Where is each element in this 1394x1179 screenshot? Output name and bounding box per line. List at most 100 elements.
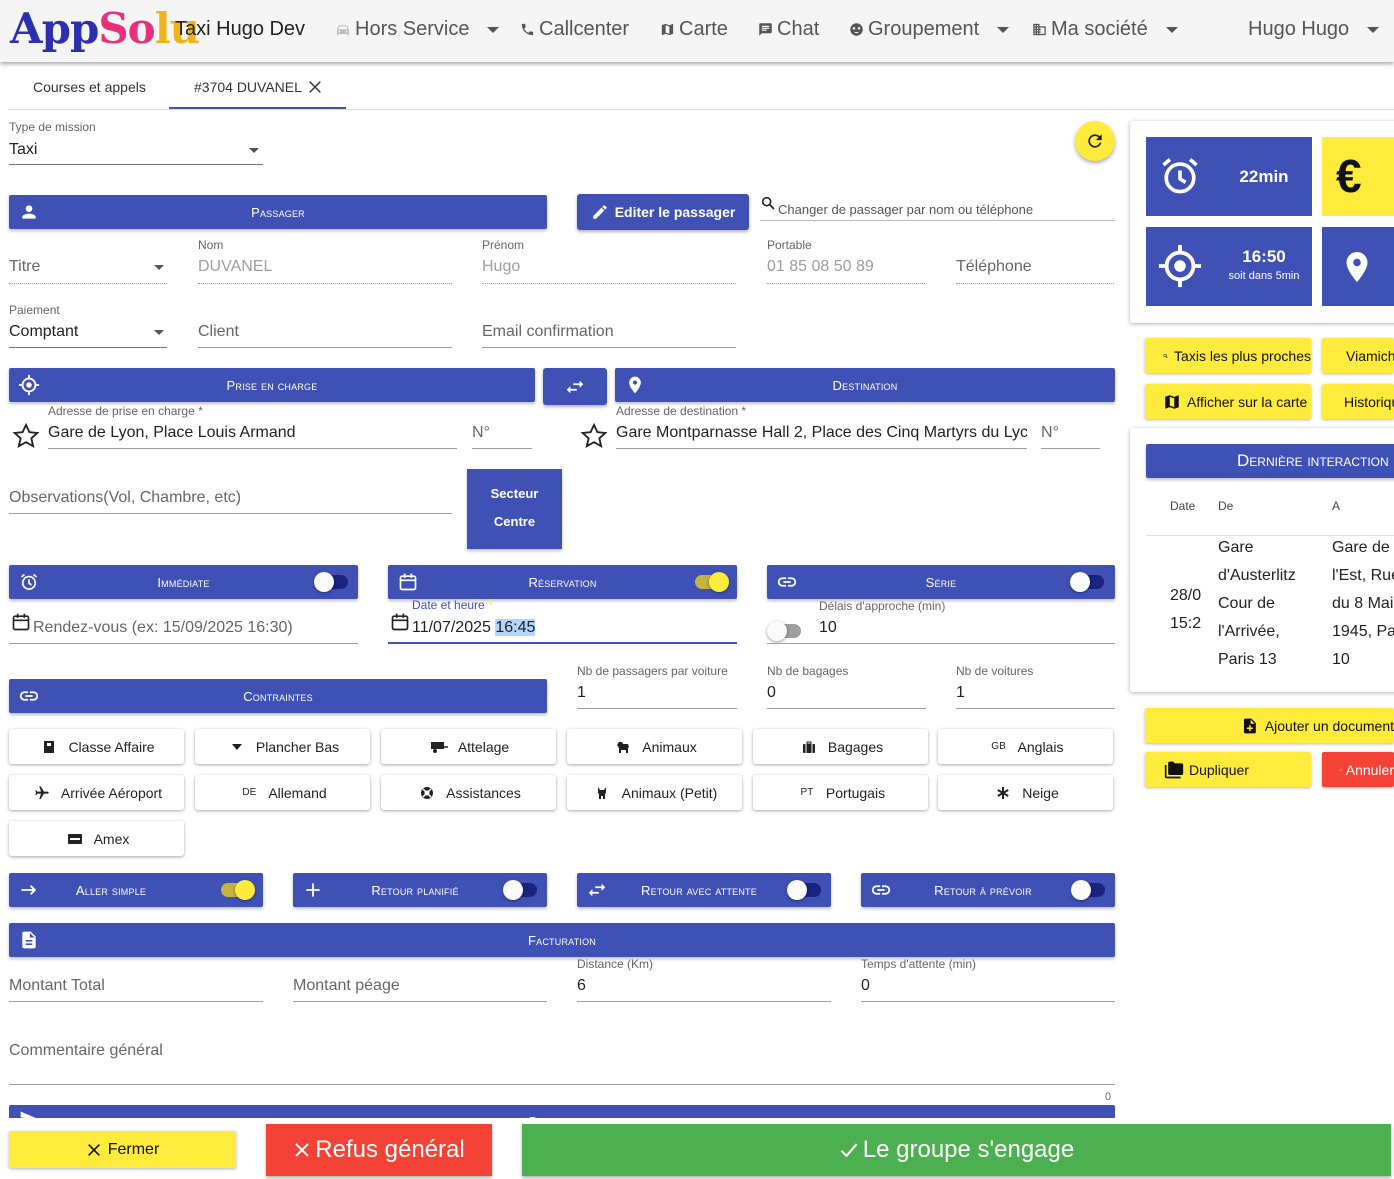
tab-active-course[interactable]: #3704 DUVANEL (194, 64, 323, 110)
paiement-select[interactable]: Comptant (9, 323, 78, 341)
approach-toggle[interactable] (767, 621, 803, 641)
edit-passenger-button[interactable]: Editer le passager (577, 194, 749, 230)
tab-courses[interactable]: Courses et appels (33, 64, 146, 110)
show-on-map-button[interactable]: Afficher sur la carte (1145, 384, 1311, 419)
montant-peage-input[interactable]: Montant péage (293, 977, 400, 995)
attente-underline (861, 1001, 1115, 1002)
swap-addresses-button[interactable] (543, 368, 607, 405)
nom-label: Nom (198, 238, 224, 252)
immediate-toggle[interactable] (314, 572, 350, 592)
observations-input[interactable]: Observations(Vol, Chambre, etc) (9, 489, 241, 507)
telephone-field[interactable]: Téléphone (956, 258, 1032, 276)
map-pin-tile[interactable] (1322, 227, 1394, 306)
prenom-field[interactable]: Hugo (482, 258, 520, 276)
client-field[interactable]: Client (198, 323, 239, 341)
pencil-icon (592, 205, 607, 219)
passenger-search-input[interactable]: Changer de passager par nom ou téléphone (778, 202, 1033, 217)
delais-underline (767, 643, 1115, 644)
passengers-count-input[interactable]: 1 (577, 684, 586, 702)
reservation-toggle[interactable] (693, 572, 729, 592)
email-field[interactable]: Email confirmation (482, 323, 614, 341)
cars-count-input[interactable]: 1 (956, 684, 965, 702)
secteur-badge[interactable]: Secteur Centre (467, 469, 562, 549)
price-tile[interactable]: € (1322, 137, 1394, 216)
serie-section-bar: Série (767, 565, 1115, 599)
commentaire-input[interactable]: Commentaire général (9, 1042, 163, 1060)
destination-section-bar: Destination (615, 368, 1115, 402)
destination-number-input[interactable]: N° (1041, 424, 1059, 442)
fermer-button[interactable]: Fermer (9, 1131, 236, 1168)
serie-toggle[interactable] (1070, 572, 1106, 592)
refresh-icon (1088, 134, 1102, 148)
swap-icon (566, 380, 584, 393)
constraint-allemand[interactable]: DE Allemand (195, 775, 370, 810)
constraint-bagages[interactable]: Bagages (753, 729, 928, 764)
cancel-course-button[interactable]: Annuler (1322, 752, 1394, 787)
mission-type-label: Type de mission (9, 120, 96, 134)
nav-carte[interactable]: Carte (660, 18, 728, 41)
destination-address-input[interactable]: Gare Montparnasse Hall 2, Place des Cinq… (616, 424, 1027, 442)
nav-hors-service[interactable]: Hors Service (335, 18, 500, 41)
pickup-address-input[interactable]: Gare de Lyon, Place Louis Armand (48, 424, 296, 442)
search-icon (761, 196, 775, 210)
pickup-address-label: Adresse de prise en charge * (48, 404, 203, 418)
aller-simple-toggle[interactable] (219, 880, 255, 900)
constraint-portugais[interactable]: PT Portugais (753, 775, 928, 810)
nav-groupement[interactable]: Groupement (849, 18, 1010, 41)
constraint-plancher-bas[interactable]: Plancher Bas (195, 729, 370, 764)
constraint-animaux-petit[interactable]: Animaux (Petit) (567, 775, 742, 810)
delais-input[interactable]: 10 (819, 619, 837, 637)
nom-field[interactable]: DUVANEL (198, 258, 272, 276)
constraint-classe-affaire[interactable]: Classe Affaire (9, 729, 184, 764)
eta-subtext: soit dans 5min (1228, 270, 1300, 282)
datetime-input[interactable]: 11/07/2025 16:45 (412, 619, 536, 637)
rendezvous-input[interactable]: Rendez-vous (ex: 15/09/2025 16:30) (33, 619, 293, 637)
trailer-icon (428, 740, 450, 754)
chevron-down-icon (154, 265, 164, 270)
star-icon[interactable] (12, 422, 40, 450)
retour-attente-bar: Retour avec attente (577, 873, 831, 907)
viamichelin-button[interactable]: Viamichelin (1322, 338, 1394, 373)
bags-count-underline (767, 708, 926, 709)
constraint-anglais[interactable]: GB Anglais (938, 729, 1113, 764)
user-menu[interactable]: Hugo Hugo (1248, 18, 1380, 41)
bags-count-input[interactable]: 0 (767, 684, 776, 702)
constraint-neige[interactable]: Neige (938, 775, 1113, 810)
retour-attente-toggle[interactable] (787, 880, 823, 900)
portable-field[interactable]: 01 85 08 50 89 (767, 258, 874, 276)
constraint-assistances[interactable]: Assistances (381, 775, 556, 810)
nav-chat[interactable]: Chat (758, 18, 819, 41)
history-button[interactable]: Historique (1322, 384, 1394, 419)
constraint-animaux[interactable]: Animaux (567, 729, 742, 764)
refresh-button[interactable] (1075, 121, 1115, 161)
app-logo[interactable]: AppSolu (10, 4, 200, 54)
flag-pt-icon: PT (800, 787, 814, 798)
attente-input[interactable]: 0 (861, 977, 870, 995)
montant-total-input[interactable]: Montant Total (9, 977, 105, 995)
attente-label: Temps d'attente (min) (861, 957, 977, 971)
add-document-button[interactable]: Ajouter un document (1145, 708, 1394, 743)
chevron-down-icon (1367, 26, 1380, 33)
nav-callcenter[interactable]: Callcenter (520, 18, 629, 41)
constraint-arrivee-aeroport[interactable]: Arrivée Aéroport (9, 775, 184, 810)
refus-general-button[interactable]: Refus général (266, 1124, 492, 1176)
phone-icon (521, 23, 534, 36)
mission-type-select[interactable]: Taxi (9, 141, 37, 159)
titre-select[interactable]: Titre (9, 258, 40, 276)
nearest-taxis-button[interactable]: Taxis les plus proches (1145, 338, 1311, 373)
nav-ma-societe[interactable]: Ma société (1032, 18, 1178, 41)
passengers-count-label: Nb de passagers par voiture (577, 664, 728, 678)
constraint-attelage[interactable]: Attelage (381, 729, 556, 764)
retour-prevoir-toggle[interactable] (1071, 880, 1107, 900)
pickup-section-bar: Prise en charge (9, 368, 535, 402)
distance-input[interactable]: 6 (577, 977, 586, 995)
groupe-engage-button[interactable]: Le groupe s'engage (522, 1124, 1391, 1176)
tabs-divider (9, 109, 1394, 110)
constraint-amex[interactable]: Amex (9, 821, 184, 856)
pickup-number-input[interactable]: N° (472, 424, 490, 442)
star-icon[interactable] (580, 422, 608, 450)
duplicate-button[interactable]: Dupliquer (1145, 752, 1311, 787)
retour-planifie-toggle[interactable] (503, 880, 539, 900)
duration-value: 22min (1239, 167, 1289, 186)
close-icon[interactable] (307, 79, 323, 95)
